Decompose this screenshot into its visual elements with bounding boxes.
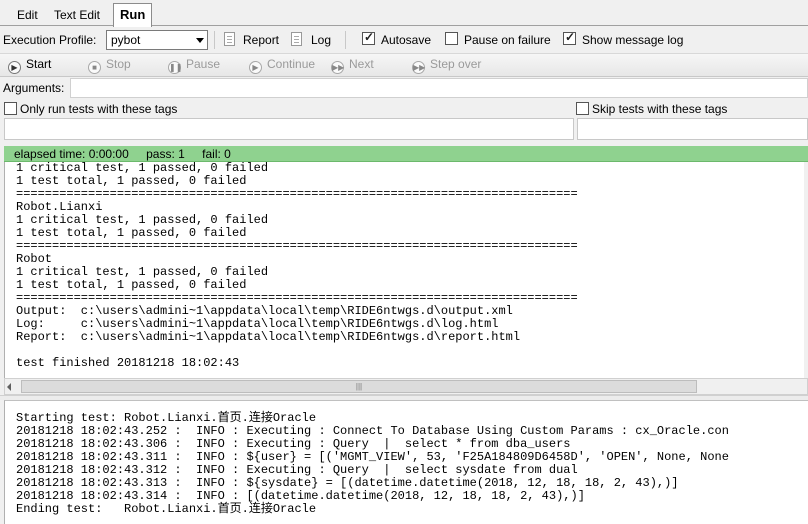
log-link[interactable]: Log: [311, 33, 331, 47]
show-message-log-label: Show message log: [582, 33, 684, 47]
log-line: 20181218 18:02:43.312 : INFO : Executing…: [16, 463, 578, 477]
log-line: 20181218 18:02:43.313 : INFO : ${sysdate…: [16, 476, 679, 490]
step-over-icon: ▶▶: [412, 61, 426, 74]
arguments-label: Arguments:: [3, 81, 65, 95]
toolbar-divider: [345, 31, 346, 49]
pause-icon: ❚❚: [168, 61, 183, 74]
only-run-tags-input[interactable]: [4, 118, 574, 140]
console-line: ========================================…: [16, 291, 578, 305]
log-document-icon[interactable]: [291, 32, 302, 46]
scrollbar-thumb[interactable]: |||: [21, 380, 697, 393]
log-line: Ending test: Robot.Lianxi.首页.连接Oracle: [16, 502, 317, 516]
tab-bar: Edit Text Edit Run: [0, 0, 808, 27]
execution-profile-label: Execution Profile:: [3, 33, 97, 47]
tab-edit[interactable]: Edit: [10, 4, 45, 26]
elapsed-time: elapsed time: 0:00:00: [14, 147, 129, 161]
only-run-tags-row: Only run tests with these tags: [0, 101, 570, 117]
console-line: Report: c:\users\admini~1\appdata\local\…: [16, 330, 521, 344]
console-line: Robot.Lianxi: [16, 200, 103, 214]
next-icon: ▶▶: [331, 61, 345, 74]
start-button[interactable]: ▶ Start: [8, 57, 51, 75]
skip-tags-row: Skip tests with these tags: [573, 101, 808, 117]
skip-tags-input[interactable]: [577, 118, 808, 140]
log-line: 20181218 18:02:43.311 : INFO : ${user} =…: [16, 450, 729, 464]
console-output[interactable]: 1 critical test, 1 passed, 0 failed 1 te…: [4, 162, 804, 378]
pass-count: pass: 1: [146, 147, 185, 161]
profile-toolbar: Execution Profile: pybot Report Log Auto…: [0, 27, 808, 53]
console-line: 1 test total, 1 passed, 0 failed: [16, 226, 247, 240]
run-status-bar: elapsed time: 0:00:00 pass: 1 fail: 0: [4, 146, 808, 162]
execution-profile-value: pybot: [111, 33, 141, 47]
execution-profile-select[interactable]: pybot: [106, 30, 208, 50]
next-button[interactable]: ▶▶ Next: [331, 57, 374, 75]
arguments-row: Arguments:: [0, 78, 808, 98]
autosave-label: Autosave: [381, 33, 432, 47]
only-run-tags-label: Only run tests with these tags: [20, 102, 178, 116]
run-toolbar: ▶ Start ■ Stop ❚❚ Pause ▶ Continue ▶▶ Next ▶▶…: [0, 53, 808, 77]
log-line: 20181218 18:02:43.252 : INFO : Executing…: [16, 424, 729, 438]
tab-run[interactable]: Run: [113, 3, 153, 27]
show-message-log-checkbox[interactable]: [563, 30, 576, 45]
message-log[interactable]: Starting test: Robot.Lianxi.首页.连接Oracle …: [4, 400, 808, 524]
skip-tags-checkbox[interactable]: [576, 102, 589, 115]
skip-tags-label: Skip tests with these tags: [592, 102, 728, 116]
console-line: 1 critical test, 1 passed, 0 failed: [16, 265, 269, 279]
console-line: test finished 20181218 18:02:43: [16, 356, 240, 370]
horizontal-scrollbar[interactable]: |||: [4, 378, 808, 395]
stop-icon: ■: [88, 61, 101, 74]
console-line: 1 critical test, 1 passed, 0 failed: [16, 213, 269, 227]
message-log-text: Starting test: Robot.Lianxi.首页.连接Oracle …: [5, 401, 808, 516]
continue-icon: ▶: [249, 61, 262, 74]
chevron-down-icon: [196, 38, 204, 43]
console-line: Log: c:\users\admini~1\appdata\local\tem…: [16, 317, 499, 331]
log-line: 20181218 18:02:43.306 : INFO : Executing…: [16, 437, 571, 451]
console-line: Robot: [16, 252, 53, 266]
continue-button[interactable]: ▶ Continue: [249, 57, 315, 75]
stop-button[interactable]: ■ Stop: [88, 57, 131, 75]
console-line: ========================================…: [16, 187, 578, 201]
log-line: Starting test: Robot.Lianxi.首页.连接Oracle: [16, 411, 317, 425]
console-line: 1 test total, 1 passed, 0 failed: [16, 278, 247, 292]
play-icon: ▶: [8, 61, 21, 74]
pause-button[interactable]: ❚❚ Pause: [168, 57, 220, 75]
scroll-left-arrow-icon[interactable]: [7, 383, 11, 391]
fail-count: fail: 0: [202, 147, 231, 161]
console-line: ========================================…: [16, 239, 578, 253]
only-run-tags-checkbox[interactable]: [4, 102, 17, 115]
autosave-checkbox[interactable]: [362, 30, 375, 45]
tab-text-edit[interactable]: Text Edit: [47, 4, 107, 26]
arguments-input[interactable]: [70, 78, 808, 98]
console-line: 1 test total, 1 passed, 0 failed: [16, 174, 247, 188]
log-line: 20181218 18:02:43.314 : INFO : [(datetim…: [16, 489, 585, 503]
report-link[interactable]: Report: [243, 33, 279, 47]
toolbar-divider: [214, 31, 215, 49]
report-document-icon[interactable]: [224, 32, 235, 46]
pause-on-failure-label: Pause on failure: [464, 33, 551, 47]
pause-on-failure-checkbox[interactable]: [445, 32, 458, 45]
step-over-button[interactable]: ▶▶ Step over: [412, 57, 481, 75]
console-line: Output: c:\users\admini~1\appdata\local\…: [16, 304, 513, 318]
console-text: 1 critical test, 1 passed, 0 failed 1 te…: [5, 162, 804, 370]
